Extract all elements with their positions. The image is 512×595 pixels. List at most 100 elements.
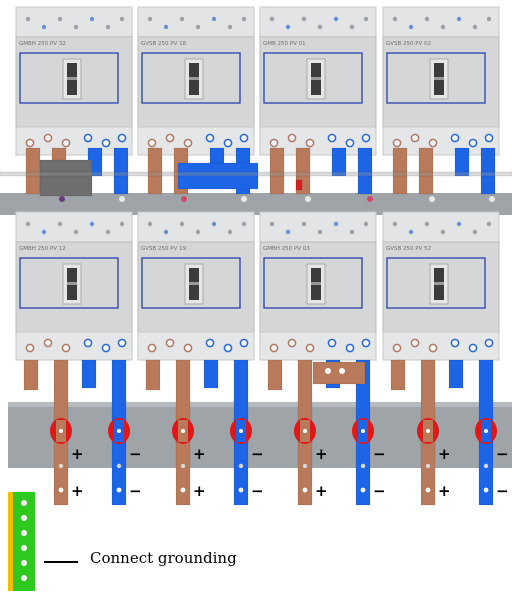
terminal-screw (41, 24, 47, 30)
terminal-screw (147, 16, 153, 22)
bus-marker (429, 196, 435, 202)
breaker-toggle-stripe (67, 77, 77, 80)
output-terminal (183, 343, 193, 353)
lead-hole (425, 487, 431, 493)
terminal-screw (440, 24, 446, 30)
clamp-bolt (239, 429, 243, 433)
lead-hole (425, 463, 431, 469)
lead-hole (58, 487, 64, 493)
short-copper-bar (390, 359, 406, 391)
clamp-bolt (303, 429, 307, 433)
positive-sign: + (193, 445, 206, 463)
terminal-strip-top (382, 211, 500, 243)
wire-channel (0, 171, 512, 177)
lead-hole (483, 487, 489, 493)
clamp-bolt (181, 429, 185, 433)
terminal-screw (195, 24, 201, 30)
ground-bar-hole (21, 530, 27, 536)
bus-marker (489, 196, 495, 202)
wiring-diagram: GMBH 250 PV 32 GVSB 250 PV 18 GMB 250 PV 0… (0, 0, 512, 591)
short-copper-bar (145, 359, 161, 391)
breaker-model-label: GMBH 250 PV 03 (263, 246, 310, 252)
copper-bar (418, 147, 434, 195)
breaker-toggle-stripe (189, 282, 199, 285)
breaker-model-label: GVSB 250 PV 52 (386, 246, 431, 252)
breaker-top-1: GMBH 250 PV 32 (15, 6, 133, 156)
positive-sign: + (438, 445, 451, 463)
terminal-screw (119, 221, 125, 227)
breaker-bottom-3: GMBH 250 PV 03 (259, 211, 377, 361)
clamp-bolt (484, 429, 488, 433)
terminal-screw (301, 221, 307, 227)
terminal-screw (227, 229, 233, 235)
positive-sign: + (315, 482, 328, 500)
terminal-screw (163, 24, 169, 30)
device-block (39, 159, 93, 197)
output-terminal (223, 343, 233, 353)
terminal-screw (317, 229, 323, 235)
breaker-top-3: GMB 250 PV 01 (259, 6, 377, 156)
terminal-screw (179, 221, 185, 227)
grounding-legend-line (44, 561, 78, 563)
ground-bar-hole (21, 515, 27, 521)
lead-hole (483, 463, 489, 469)
terminal-screw (105, 229, 111, 235)
blue-bar (113, 147, 129, 195)
breaker-bottom-1: GMBH 250 PV 12 (15, 211, 133, 361)
terminal-screw (195, 229, 201, 235)
terminal-screw (73, 229, 79, 235)
negative-sign: − (496, 482, 509, 500)
breaker-model-label: GVSB 250 PV 02 (386, 41, 431, 47)
output-terminal (468, 138, 478, 148)
negative-sign: − (129, 482, 142, 500)
terminal-screw (211, 221, 217, 227)
copper-link (312, 361, 366, 385)
lead-hole (180, 463, 186, 469)
terminal-screw (408, 229, 414, 235)
terminal-screw (392, 16, 398, 22)
output-terminal (484, 338, 494, 348)
bus-marker (367, 196, 373, 202)
output-terminal (361, 133, 371, 143)
breaker-top-2: GVSB 250 PV 18 (137, 6, 255, 156)
breaker-bottom-2: GVSB 250 PV 19 (137, 211, 255, 361)
negative-sign: − (251, 445, 264, 463)
blue-bar (357, 147, 373, 195)
output-terminal (101, 138, 111, 148)
output-terminal (450, 133, 460, 143)
lower-busbar-edge (8, 402, 512, 407)
terminal-screw (119, 16, 125, 22)
output-terminal (165, 338, 175, 348)
terminal-screw (456, 221, 462, 227)
terminal-screw (57, 16, 63, 22)
short-blue-bar (203, 359, 219, 389)
ground-bar-hole (21, 575, 27, 581)
terminal-screw (440, 229, 446, 235)
output-terminal (468, 343, 478, 353)
output-terminal (61, 138, 71, 148)
grounding-legend-label: Connect grounding (90, 549, 237, 567)
blue-bar (480, 147, 496, 195)
terminal-strip-top (382, 6, 500, 38)
terminal-screw (285, 24, 291, 30)
terminal-screw (211, 16, 217, 22)
output-terminal (287, 338, 297, 348)
output-terminal (239, 133, 249, 143)
lead-hole (360, 487, 366, 493)
output-terminal (183, 138, 193, 148)
output-terminal (43, 133, 53, 143)
terminal-screw (25, 221, 31, 227)
link-hole (339, 368, 345, 374)
clamp-bolt (59, 429, 63, 433)
negative-sign: − (373, 445, 386, 463)
terminal-strip-top (259, 6, 377, 38)
positive-sign: + (315, 445, 328, 463)
output-terminal (165, 133, 175, 143)
terminal-strip-top (15, 211, 133, 243)
clamp-bolt (361, 429, 365, 433)
terminal-screw (147, 221, 153, 227)
output-terminal (117, 338, 127, 348)
terminal-screw (89, 16, 95, 22)
output-terminal (25, 343, 35, 353)
output-terminal (43, 338, 53, 348)
